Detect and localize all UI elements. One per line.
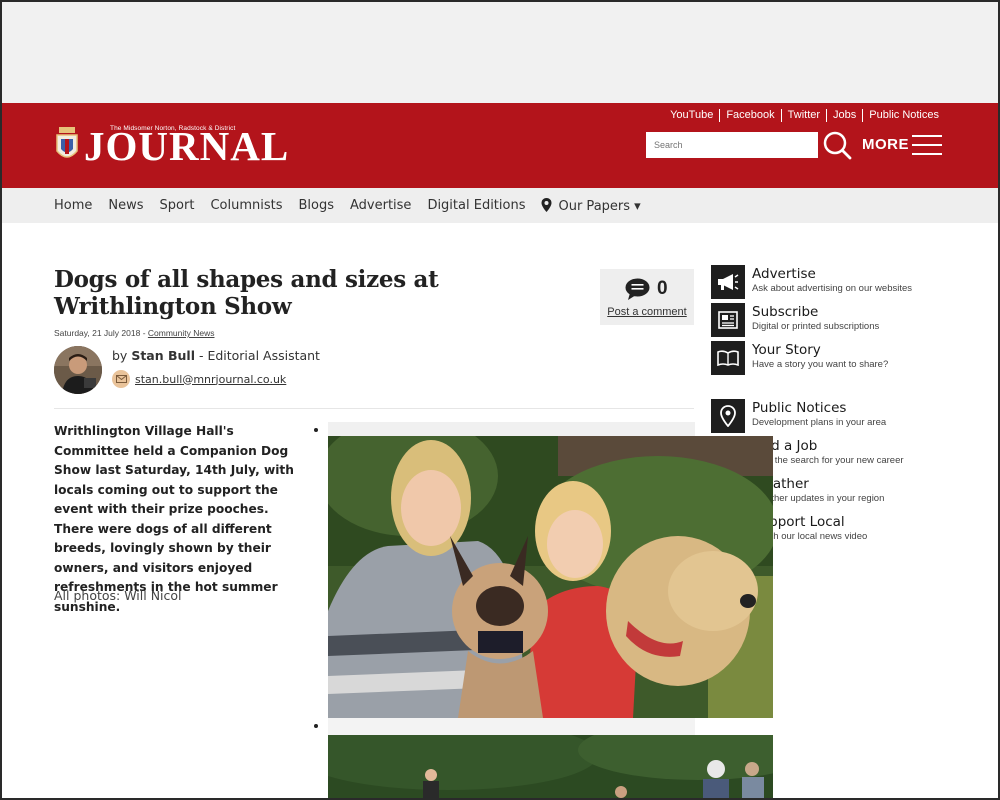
nav-item-home[interactable]: Home <box>54 198 92 213</box>
hamburger-menu-icon[interactable] <box>912 135 942 156</box>
sidebar-item-public-notices[interactable]: Public Notices Development plans in your… <box>711 399 886 433</box>
location-pin-icon <box>711 399 745 433</box>
more-button[interactable]: MORE <box>862 136 909 153</box>
sidebar-item-subscribe[interactable]: Subscribe Digital or printed subscriptio… <box>711 303 879 337</box>
masthead: The Midsomer Norton, Radstock & District… <box>2 103 998 188</box>
nav-item-our-papers[interactable]: Our Papers ▾ <box>541 197 641 214</box>
divider <box>54 408 694 409</box>
gallery-bullet <box>314 428 318 432</box>
nav-item-advertise[interactable]: Advertise <box>350 198 411 213</box>
nav-item-columnists[interactable]: Columnists <box>210 198 282 213</box>
comment-bubble-icon[interactable] <box>625 278 650 300</box>
sidebar-subtitle: Ask about advertising on our websites <box>752 283 913 294</box>
top-links: YouTube Facebook Twitter Jobs Public Not… <box>664 109 939 122</box>
gallery-bullet <box>314 724 318 728</box>
article-date: Saturday, 21 July 2018 <box>54 328 141 338</box>
gallery-photo-1[interactable] <box>328 436 773 718</box>
top-link-facebook[interactable]: Facebook <box>720 109 782 122</box>
category-link[interactable]: Community News <box>148 328 215 338</box>
crest-logo-icon <box>56 127 78 158</box>
photo-credit: All photos: Will Nicol <box>54 588 182 603</box>
photo-women-with-dogs-image <box>328 436 773 718</box>
gallery-photo-2[interactable] <box>328 735 773 800</box>
top-link-jobs[interactable]: Jobs <box>827 109 864 122</box>
post-comment-link[interactable]: Post a comment <box>600 306 694 318</box>
author-email-link[interactable]: stan.bull@mnrjournal.co.uk <box>135 373 286 386</box>
nav-item-digital-editions[interactable]: Digital Editions <box>427 198 525 213</box>
sidebar-title: Public Notices <box>752 400 847 416</box>
photo-dog-show-crowd-image <box>328 735 773 800</box>
top-link-youtube[interactable]: YouTube <box>664 109 721 122</box>
book-icon <box>711 341 745 375</box>
sidebar-subtitle: Digital or printed subscriptions <box>752 321 880 332</box>
sidebar-subtitle: Have a story you want to share? <box>752 359 889 370</box>
article-meta: Saturday, 21 July 2018 - Community News <box>54 328 215 338</box>
top-link-twitter[interactable]: Twitter <box>782 109 828 122</box>
byline-prefix: by <box>112 348 132 363</box>
megaphone-icon <box>711 265 745 299</box>
site-logo[interactable]: JOURNAL <box>84 124 289 168</box>
photo-frame-top <box>328 422 695 436</box>
author-role: - Editorial Assistant <box>194 348 320 363</box>
author-name[interactable]: Stan Bull <box>131 348 195 363</box>
advert-banner-area <box>2 2 998 103</box>
location-pin-icon <box>541 197 552 212</box>
newspaper-icon <box>711 303 745 337</box>
sidebar-title: Find a Job <box>752 438 818 454</box>
our-papers-label: Our Papers ▾ <box>558 198 641 214</box>
author-email-row: stan.bull@mnrjournal.co.uk <box>112 370 286 388</box>
meta-separator: - <box>140 328 148 338</box>
comment-widget: 0 Post a comment <box>600 269 694 325</box>
top-link-public-notices[interactable]: Public Notices <box>863 109 939 122</box>
photo-frame-bottom <box>328 718 695 735</box>
sidebar-subtitle: Development plans in your area <box>752 417 887 428</box>
main-nav: Home News Sport Columnists Blogs Adverti… <box>2 188 998 223</box>
author-byline: by Stan Bull - Editorial Assistant <box>112 348 320 363</box>
author-photo-icon <box>54 346 102 394</box>
sidebar-subtitle: Start the search for your new career <box>752 455 904 466</box>
email-icon <box>112 370 130 388</box>
sidebar-title: Your Story <box>752 342 821 358</box>
nav-item-blogs[interactable]: Blogs <box>298 198 334 213</box>
search-icon[interactable] <box>822 130 852 160</box>
sidebar-title: Advertise <box>752 266 816 282</box>
sidebar-item-your-story[interactable]: Your Story Have a story you want to shar… <box>711 341 888 375</box>
sidebar-title: Subscribe <box>752 304 819 320</box>
comment-count: 0 <box>657 278 668 299</box>
nav-item-news[interactable]: News <box>108 198 143 213</box>
nav-item-sport[interactable]: Sport <box>160 198 195 213</box>
author-avatar[interactable] <box>54 346 102 394</box>
article-headline: Dogs of all shapes and sizes at Writhlin… <box>54 266 439 320</box>
search-input[interactable] <box>646 132 818 158</box>
sidebar-item-advertise[interactable]: Advertise Ask about advertising on our w… <box>711 265 912 299</box>
